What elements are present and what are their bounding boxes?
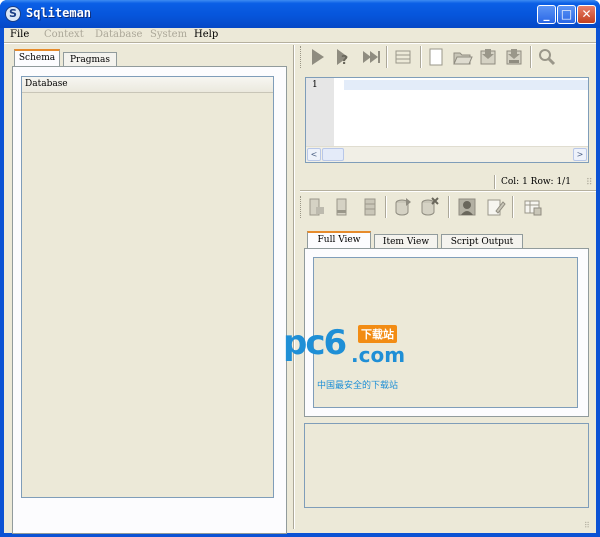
schema-panel: Database bbox=[12, 66, 287, 534]
blob-preview-icon[interactable] bbox=[456, 196, 478, 218]
new-file-icon[interactable] bbox=[425, 46, 447, 68]
status-separator bbox=[494, 175, 496, 189]
remove-icon[interactable] bbox=[418, 196, 440, 218]
watermark-domain: .com bbox=[351, 343, 406, 367]
watermark-brand: pc6 bbox=[283, 323, 347, 363]
scroll-right-icon[interactable]: > bbox=[573, 148, 587, 161]
toolbar-separator bbox=[386, 46, 388, 68]
resize-grip-icon[interactable]: ⠿ bbox=[586, 178, 593, 188]
explain-icon[interactable]: ? bbox=[332, 46, 354, 68]
edit-blob-icon[interactable] bbox=[484, 196, 506, 218]
tab-item-view[interactable]: Item View bbox=[374, 234, 438, 249]
tab-schema[interactable]: Schema bbox=[14, 49, 60, 67]
scroll-thumb[interactable] bbox=[322, 148, 344, 161]
line-gutter: 1 bbox=[306, 78, 334, 146]
sql-editor[interactable]: 1 < > bbox=[305, 77, 589, 163]
run-script-icon[interactable] bbox=[360, 46, 382, 68]
horizontal-scrollbar[interactable]: < > bbox=[306, 146, 588, 162]
table-edit-icon[interactable] bbox=[522, 196, 544, 218]
window-title: Sqliteman bbox=[26, 6, 92, 20]
pane-splitter[interactable] bbox=[293, 45, 295, 529]
minimize-button[interactable]: _ bbox=[537, 5, 556, 24]
maximize-button[interactable]: □ bbox=[557, 5, 576, 24]
title-bar[interactable]: S Sqliteman _ □ ✕ bbox=[0, 0, 600, 28]
close-button[interactable]: ✕ bbox=[577, 5, 596, 24]
cursor-position: Col: 1 Row: 1/1 bbox=[501, 177, 571, 187]
search-icon[interactable] bbox=[536, 46, 558, 68]
toolbar-separator bbox=[530, 46, 532, 68]
watermark-badge: 下载站 bbox=[358, 325, 397, 343]
toolbar-separator bbox=[448, 196, 450, 218]
delete-row-icon[interactable] bbox=[332, 196, 354, 218]
run-sql-icon[interactable] bbox=[306, 46, 328, 68]
watermark-logo: pc6 下载站 .com 中国最安全的下载站 bbox=[283, 323, 413, 393]
status-output-area[interactable] bbox=[304, 423, 589, 508]
main-area: File Context Database System Help Schema… bbox=[4, 28, 596, 534]
editor-divider[interactable] bbox=[300, 190, 596, 192]
app-logo-icon: S bbox=[5, 6, 21, 22]
scroll-left-icon[interactable]: < bbox=[307, 148, 321, 161]
export-icon[interactable] bbox=[392, 196, 414, 218]
menu-file[interactable]: File bbox=[10, 29, 29, 40]
menu-help[interactable]: Help bbox=[194, 29, 218, 40]
commit-icon[interactable] bbox=[359, 196, 381, 218]
insert-row-icon[interactable] bbox=[305, 196, 327, 218]
watermark-tagline: 中国最安全的下载站 bbox=[317, 381, 399, 391]
toolbar-separator bbox=[512, 196, 514, 218]
tab-script-output[interactable]: Script Output bbox=[441, 234, 523, 249]
toolbar-grip[interactable] bbox=[300, 46, 303, 68]
svg-text:?: ? bbox=[341, 53, 348, 67]
toolbar-separator bbox=[420, 46, 422, 68]
menu-database[interactable]: Database bbox=[95, 29, 142, 40]
schema-tree[interactable]: Database bbox=[21, 76, 274, 498]
menu-system[interactable]: System bbox=[150, 29, 187, 40]
run-explain-icon[interactable] bbox=[392, 46, 414, 68]
toolbar-grip[interactable] bbox=[300, 196, 303, 218]
menu-bar: File Context Database System Help bbox=[4, 28, 596, 42]
save-file-icon[interactable] bbox=[477, 46, 499, 68]
toolbar-separator bbox=[385, 196, 387, 218]
tree-header-database[interactable]: Database bbox=[22, 77, 273, 93]
menu-divider bbox=[4, 42, 596, 44]
menu-context[interactable]: Context bbox=[44, 29, 84, 40]
app-window: S Sqliteman _ □ ✕ File Context Database … bbox=[0, 0, 600, 537]
resize-grip-icon[interactable]: ⠿ bbox=[584, 521, 594, 531]
current-line-highlight bbox=[344, 80, 588, 90]
open-file-icon[interactable] bbox=[451, 46, 473, 68]
tab-full-view[interactable]: Full View bbox=[307, 231, 371, 248]
save-as-icon[interactable] bbox=[503, 46, 525, 68]
